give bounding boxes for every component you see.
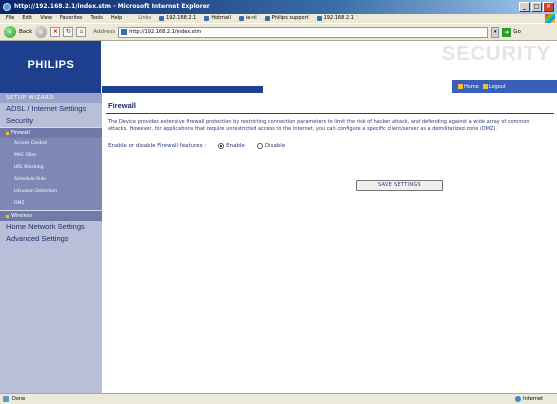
menu-file[interactable]: File (6, 14, 14, 23)
sidebar-item-home-network[interactable]: Home Network Settings (0, 221, 102, 233)
logo-panel: PHILIPS (0, 41, 102, 93)
page-icon (159, 16, 165, 21)
page-icon (264, 16, 270, 21)
go-button[interactable]: ➜ Go (502, 27, 521, 37)
home-icon (458, 83, 463, 89)
philips-logo: PHILIPS (27, 59, 75, 71)
home-icon[interactable]: ⌂ (76, 27, 87, 37)
minimize-button[interactable]: _ (519, 2, 530, 12)
page-icon (204, 16, 210, 21)
menu-edit[interactable]: Edit (22, 14, 32, 23)
link-label: 192.168.2.1 (323, 15, 354, 21)
link-router-1[interactable]: 192.168.2.1 (159, 14, 196, 23)
close-button[interactable]: ✕ (543, 2, 554, 12)
logout-link[interactable]: Logout (482, 83, 506, 90)
page-viewport: PHILIPS SECURITY Home Logout SETUP WIZAR… (0, 41, 557, 393)
window-title: http://192.168.2.1/index.stm - Microsoft… (14, 3, 210, 10)
menu-view[interactable]: View (40, 14, 52, 23)
address-dropdown[interactable]: ▾ (491, 26, 500, 38)
sidebar-item-mac-filter[interactable]: MAC Filter (0, 150, 102, 162)
zone-label: Internet (523, 396, 543, 402)
address-value: http://192.168.2.1/index.stm (129, 28, 202, 35)
sidebar-item-advanced[interactable]: Advanced Settings (0, 233, 102, 245)
link-router-2[interactable]: 192.168.2.1 (316, 14, 354, 23)
sidebar-item-wireless[interactable]: Wireless (0, 210, 102, 221)
browser-window: http://192.168.2.1/index.stm - Microsoft… (0, 0, 557, 404)
sidebar-item-access-control[interactable]: Access Control (0, 138, 102, 150)
security-watermark: SECURITY (441, 43, 551, 65)
page-description: The Device provides extensive firewall p… (108, 119, 530, 132)
link-label: Philips support (271, 15, 309, 21)
sidebar-item-firewall[interactable]: Firewall (0, 127, 102, 138)
page-icon (3, 396, 9, 402)
security-zone: Internet (515, 394, 543, 404)
home-link-label: Home (464, 83, 479, 90)
stop-icon[interactable]: × (50, 27, 61, 37)
firewall-toggle-row: Enable or disable Firewall features : En… (106, 143, 554, 149)
sidebar-item-label: Wireless (11, 213, 32, 219)
disable-option[interactable]: Disable (256, 143, 286, 149)
ie-icon (3, 3, 11, 11)
enable-option[interactable]: Enable (218, 143, 245, 149)
address-input[interactable]: http://192.168.2.1/index.stm (118, 26, 489, 38)
status-bar: Done Internet (0, 393, 557, 404)
sidebar-item-adsl[interactable]: ADSL / Internet Settings (0, 103, 102, 115)
logout-link-label: Logout (488, 83, 506, 90)
links-label: Links (138, 15, 152, 21)
home-link[interactable]: Home (458, 83, 479, 90)
go-arrow-icon: ➜ (502, 27, 512, 37)
go-label: Go (513, 29, 521, 35)
maximize-button[interactable]: □ (531, 2, 542, 12)
firewall-feature-label: Enable or disable Firewall features : (108, 143, 207, 149)
enable-radio[interactable] (218, 143, 225, 149)
main-content: Firewall The Device provides extensive f… (106, 101, 554, 149)
menu-bar: File Edit View Favorites Tools Help Link… (0, 14, 557, 23)
windows-logo-icon (545, 14, 555, 23)
back-label[interactable]: Back (19, 29, 32, 35)
link-label: 192.168.2.1 (166, 15, 197, 21)
forward-arrow-icon[interactable]: › (35, 26, 48, 38)
menu-tools[interactable]: Tools (91, 14, 103, 23)
refresh-icon[interactable]: ↻ (63, 27, 74, 37)
menu-favorites[interactable]: Favorites (60, 14, 83, 23)
menu-help[interactable]: Help (111, 14, 122, 23)
page-title: Firewall (108, 101, 136, 110)
back-arrow-icon[interactable]: ‹ (4, 26, 16, 38)
sidebar-item-intrusion-detection[interactable]: Intrusion Detection (0, 186, 102, 198)
status-text: Done (12, 396, 26, 402)
globe-icon (515, 396, 522, 402)
sidebar: SETUP WIZARD ADSL / Internet Settings Se… (0, 93, 102, 393)
link-ie-nl[interactable]: ie-nl (238, 14, 257, 23)
sidebar-item-label: Firewall (11, 130, 30, 136)
link-label: Hotmail (211, 15, 231, 21)
sidebar-item-url-blocking[interactable]: URL Blocking (0, 162, 102, 174)
title-divider (106, 113, 554, 114)
sidebar-item-setup-wizard[interactable]: SETUP WIZARD (0, 93, 102, 103)
bullet-icon (6, 131, 9, 135)
link-philips-support[interactable]: Philips support (264, 14, 309, 23)
disable-label: Disable (264, 143, 286, 149)
page-icon (316, 16, 322, 21)
page-icon (238, 16, 244, 21)
window-titlebar: http://192.168.2.1/index.stm - Microsoft… (0, 0, 557, 14)
address-label: Address (93, 29, 116, 35)
save-settings-button[interactable]: SAVE SETTINGS (356, 180, 443, 191)
header-links: Home Logout (452, 80, 557, 93)
sidebar-item-schedule-rule[interactable]: Schedule Rule (0, 174, 102, 186)
bullet-icon (6, 214, 9, 218)
link-hotmail[interactable]: Hotmail (204, 14, 231, 23)
sidebar-item-security[interactable]: Security (0, 115, 102, 127)
sidebar-item-dmz[interactable]: DMZ (0, 198, 102, 210)
enable-label: Enable (226, 143, 245, 149)
logout-icon (482, 83, 488, 89)
window-controls: _ □ ✕ (519, 2, 554, 12)
disable-radio[interactable] (256, 143, 263, 149)
link-label: ie-nl (245, 15, 257, 21)
header-accent-bar (102, 86, 263, 93)
browser-toolbar: ‹ Back › × ↻ ⌂ Address http://192.168.2.… (0, 23, 557, 41)
page-icon (121, 29, 128, 35)
